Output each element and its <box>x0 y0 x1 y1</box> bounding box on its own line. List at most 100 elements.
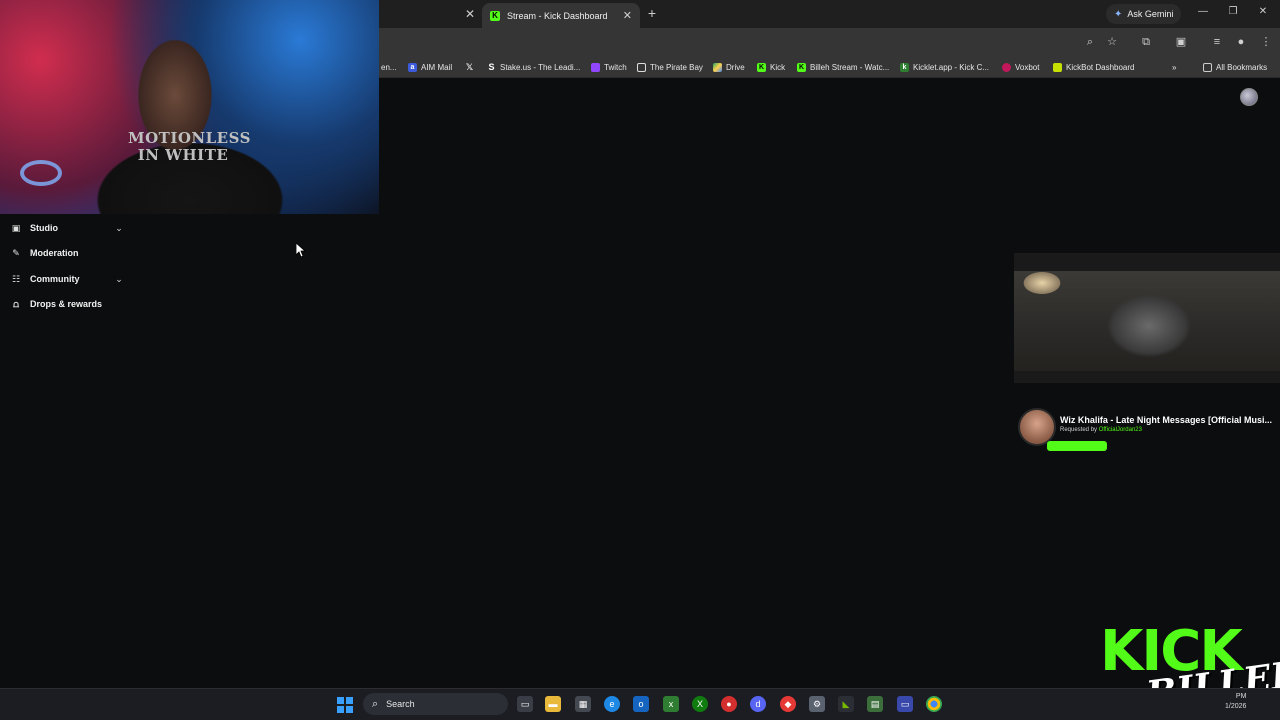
taskbar-search-label: Search <box>386 699 415 709</box>
song-title: Wiz Khalifa - Late Night Messages [Offic… <box>1060 415 1272 425</box>
shirt-print: MOTIONLESS IN WHITE <box>128 129 251 164</box>
bookmark-label: Billeh Stream - Watc... <box>810 62 890 72</box>
aol-icon: a <box>408 62 417 72</box>
file-explorer-icon[interactable]: ▬ <box>545 696 561 712</box>
discord-icon[interactable]: d <box>750 696 766 712</box>
profile-icon[interactable]: ● <box>1233 34 1249 50</box>
menu-icon[interactable]: ⋮ <box>1258 34 1274 50</box>
excel-icon[interactable]: x <box>663 696 679 712</box>
bookmark-item[interactable]: en... <box>381 60 397 74</box>
close-tab-icon[interactable]: ✕ <box>623 9 632 22</box>
drops-icon: ⩍ <box>13 298 19 309</box>
tab-title: Stream - Kick Dashboard <box>507 10 608 21</box>
bookmark-aim-mail[interactable]: a AIM Mail <box>408 60 452 74</box>
close-tab-icon[interactable]: ✕ <box>462 6 478 22</box>
xbox-icon[interactable]: X <box>692 696 708 712</box>
restore-icon[interactable]: ❐ <box>1225 6 1241 17</box>
bookmark-twitch[interactable]: Twitch <box>591 60 627 74</box>
zoom-icon[interactable]: ⌕ <box>1082 34 1098 50</box>
remote-desktop-icon[interactable]: ▭ <box>897 696 913 712</box>
bookmark-label: Stake.us - The Leadi... <box>500 62 581 72</box>
side-panel-icon[interactable]: ▣ <box>1173 34 1189 50</box>
sidebar-item-community[interactable]: ☷ Community <box>10 270 80 288</box>
bookmark-star-icon[interactable]: ☆ <box>1104 34 1120 50</box>
requested-by-user: OfficialJordan23 <box>1098 427 1142 433</box>
studio-icon: ▣ <box>11 222 21 233</box>
bookmark-label: Kick <box>770 62 786 72</box>
taskbar-search[interactable]: ⌕ Search <box>363 693 508 715</box>
bookmark-stake[interactable]: S Stake.us - The Leadi... <box>487 60 580 74</box>
voxbot-icon <box>1002 62 1011 72</box>
sidebar-item-label: Drops & rewards <box>30 299 103 309</box>
bookmark-billeh-stream[interactable]: K Billeh Stream - Watc... <box>797 60 889 74</box>
webcam-overlay: MOTIONLESS IN WHITE <box>0 0 379 214</box>
bookmarks-overflow-chevron-icon[interactable]: » <box>1172 60 1176 74</box>
stake-icon: S <box>488 61 495 72</box>
bookmark-kicklet[interactable]: k Kicklet.app - Kick C... <box>900 60 989 74</box>
song-requested-by: Requested by OfficialJordan23 <box>1060 427 1142 433</box>
bookmark-drive[interactable]: Drive <box>713 60 745 74</box>
outlook-icon[interactable]: o <box>633 696 649 712</box>
chrome-icon[interactable] <box>926 696 942 712</box>
tab-kick-dashboard[interactable]: K Stream - Kick Dashboard ✕ <box>482 3 640 28</box>
bookmark-label: The Pirate Bay <box>650 62 703 72</box>
bookmark-label: AIM Mail <box>421 62 453 72</box>
all-bookmarks-label: All Bookmarks <box>1216 62 1268 72</box>
video-scene <box>1014 271 1280 371</box>
streaming-app-icon[interactable]: ◆ <box>780 696 796 712</box>
minimize-icon[interactable]: — <box>1195 6 1211 17</box>
bookmark-kick[interactable]: K Kick <box>757 60 785 74</box>
bookmark-voxbot[interactable]: Voxbot <box>1002 60 1039 74</box>
store-icon[interactable]: ▦ <box>575 696 591 712</box>
all-bookmarks-button[interactable]: All Bookmarks <box>1203 60 1267 74</box>
record-app-icon[interactable]: ● <box>721 696 737 712</box>
kickbot-icon <box>1053 62 1062 72</box>
sidebar-item-label: Studio <box>30 223 58 233</box>
ask-gemini-label: Ask Gemini <box>1127 9 1174 19</box>
clock-date: 1/2026 <box>1225 703 1247 710</box>
ask-gemini-button[interactable]: ✦ Ask Gemini <box>1106 4 1182 24</box>
bookmark-label: Kicklet.app - Kick C... <box>913 62 990 72</box>
media-control-icon[interactable]: ≡ <box>1209 34 1225 50</box>
settings-gear-icon[interactable]: ⚙ <box>809 696 825 712</box>
user-avatar[interactable] <box>1240 88 1258 106</box>
sidebar-item-label: Community <box>30 274 80 284</box>
close-window-icon[interactable]: ✕ <box>1255 6 1271 17</box>
edge-icon[interactable]: e <box>604 696 620 712</box>
extensions-icon[interactable]: ⧉ <box>1138 34 1154 50</box>
new-tab-button[interactable]: + <box>644 5 660 21</box>
kicklet-icon: k <box>900 62 909 72</box>
bookmark-label: Drive <box>726 62 745 72</box>
wrench-icon: ✎ <box>12 247 20 258</box>
kick-icon: K <box>757 62 766 72</box>
pirate-bay-icon <box>637 62 646 72</box>
chevron-down-icon[interactable]: ⌄ <box>113 273 125 285</box>
sidebar-item-moderation[interactable]: ✎ Moderation <box>10 244 79 262</box>
song-progress-pill <box>1047 441 1107 451</box>
bookmark-label: en... <box>381 62 397 72</box>
ring-light-icon <box>20 160 62 186</box>
bookmark-kickbot[interactable]: KickBot Dashboard <box>1053 60 1134 74</box>
sidebar-item-studio[interactable]: ▣ Studio <box>10 219 58 237</box>
x-icon: 𝕏 <box>465 61 474 72</box>
requested-by-label: Requested by <box>1060 427 1098 433</box>
music-video-thumbnail <box>1014 253 1280 383</box>
chevron-down-icon[interactable]: ⌄ <box>113 222 125 234</box>
sidebar-item-drops-rewards[interactable]: ⩍ Drops & rewards <box>10 295 102 313</box>
bookmark-label: KickBot Dashboard <box>1066 62 1135 72</box>
windows-start-icon[interactable] <box>337 697 353 713</box>
drive-icon <box>713 62 722 72</box>
system-clock[interactable]: PM 1/2026 <box>1225 692 1246 712</box>
bookmark-x[interactable]: 𝕏 <box>465 60 474 74</box>
bookmark-pirate-bay[interactable]: The Pirate Bay <box>637 60 703 74</box>
twitch-icon <box>591 62 600 72</box>
terminal-app-icon[interactable]: ▤ <box>867 696 883 712</box>
kick-favicon-icon: K <box>490 10 500 21</box>
folder-icon <box>1203 62 1212 72</box>
clock-time: PM <box>1235 693 1247 700</box>
search-icon: ⌕ <box>372 697 379 710</box>
sidebar-item-label: Moderation <box>30 248 79 258</box>
task-view-icon[interactable]: ▭ <box>517 696 533 712</box>
nvidia-icon[interactable]: ◣ <box>838 696 854 712</box>
kick-icon: K <box>797 62 806 72</box>
